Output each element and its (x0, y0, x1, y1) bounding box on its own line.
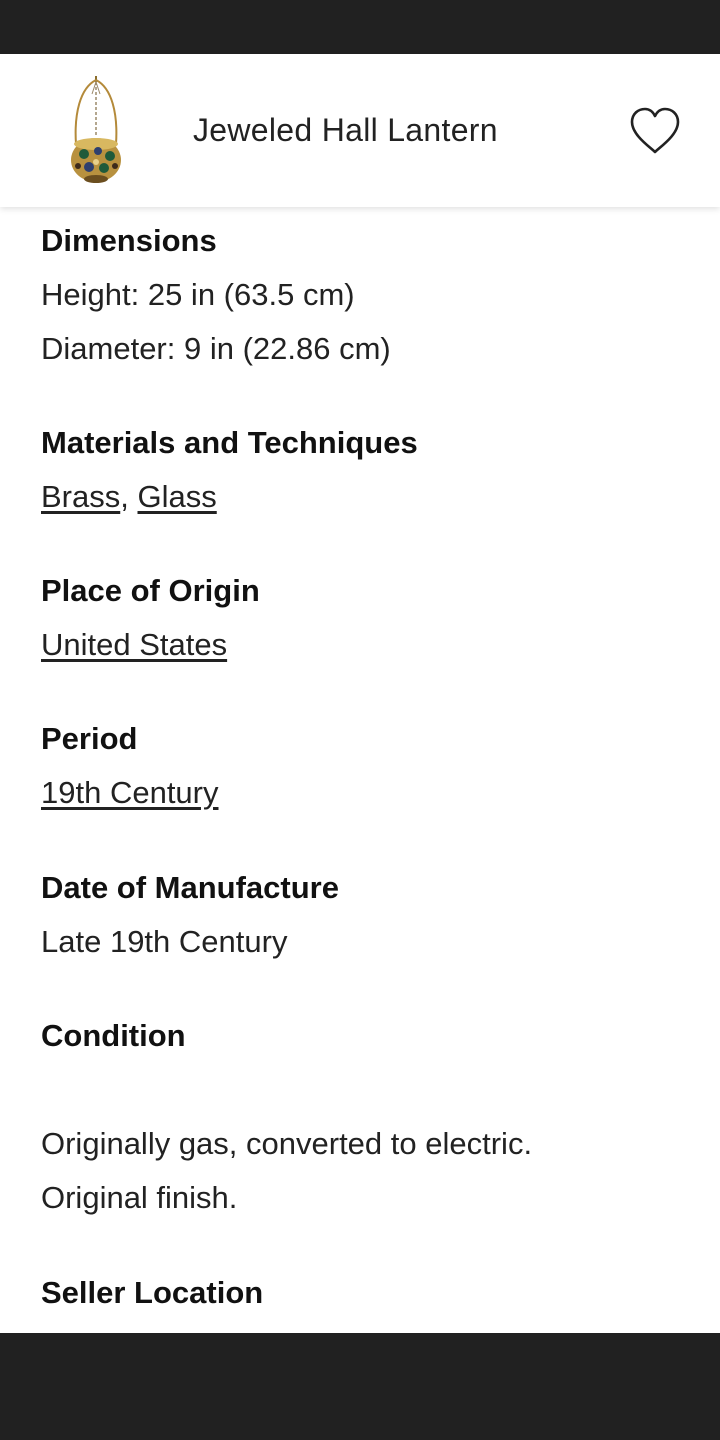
materials-values: Brass, Glass (41, 470, 681, 524)
material-link-glass[interactable]: Glass (138, 479, 217, 514)
dimensions-section: Dimensions Height: 25 in (63.5 cm) Diame… (41, 214, 681, 376)
details-scroll-area[interactable]: Dimensions Height: 25 in (63.5 cm) Diame… (0, 207, 720, 1333)
lantern-image (71, 76, 121, 183)
diameter-value: Diameter: 9 in (22.86 cm) (41, 331, 391, 366)
material-link-brass[interactable]: Brass (41, 479, 120, 514)
materials-label: Materials and Techniques (41, 425, 418, 460)
dimensions-label: Dimensions (41, 223, 217, 258)
period-section: Period 19th Century (41, 712, 681, 820)
condition-label: Condition (41, 1018, 186, 1053)
materials-section: Materials and Techniques Brass, Glass (41, 416, 681, 524)
page-title: Jeweled Hall Lantern (193, 112, 498, 148)
favorite-button[interactable] (628, 106, 682, 156)
navigation-bar (0, 1333, 720, 1440)
condition-line-1: Originally gas, converted to electric. (41, 1126, 533, 1161)
app-header: Jeweled Hall Lantern (0, 54, 720, 207)
date-label: Date of Manufacture (41, 870, 339, 905)
period-label: Period (41, 721, 138, 756)
origin-section: Place of Origin United States (41, 564, 681, 672)
date-value: Late 19th Century (41, 924, 288, 959)
heart-outline-icon (630, 107, 680, 154)
height-value: Height: 25 in (63.5 cm) (41, 277, 355, 312)
condition-line-2: Original finish. (41, 1180, 238, 1215)
materials-separator: , (120, 479, 129, 514)
lantern-thumbnail[interactable] (62, 74, 130, 186)
date-section: Date of Manufacture Late 19th Century (41, 861, 681, 969)
origin-link[interactable]: United States (41, 627, 227, 662)
status-bar (0, 0, 720, 54)
condition-section: Condition Originally gas, converted to e… (41, 1009, 681, 1225)
seller-location-section: Seller Location (41, 1266, 681, 1320)
origin-label: Place of Origin (41, 573, 260, 608)
period-link[interactable]: 19th Century (41, 775, 219, 810)
seller-location-label: Seller Location (41, 1275, 264, 1310)
